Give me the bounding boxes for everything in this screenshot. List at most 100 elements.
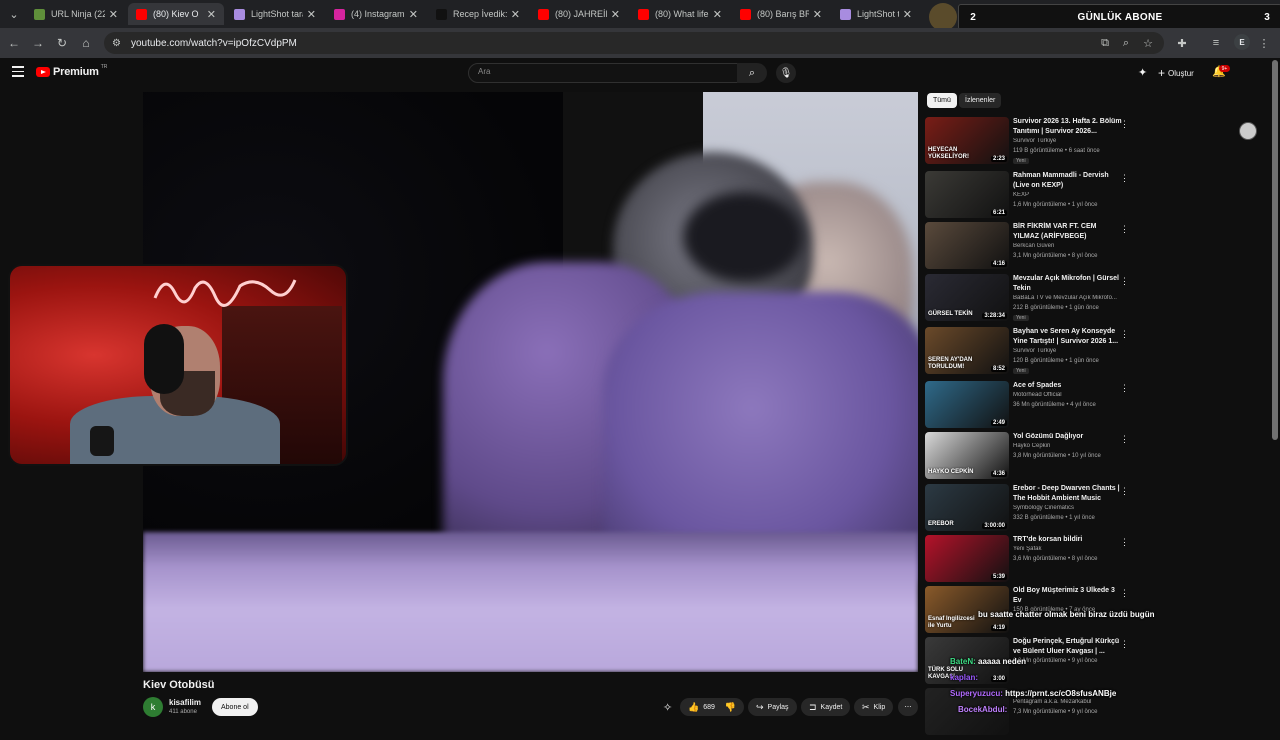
browser-tab[interactable]: LightShot tara ✕ bbox=[226, 3, 324, 25]
tab-search-chevron-icon[interactable]: ⌄ bbox=[4, 4, 24, 24]
more-vertical-icon[interactable]: ⋮ bbox=[1120, 329, 1129, 340]
more-vertical-icon[interactable]: ⋮ bbox=[1120, 537, 1129, 548]
browser-profile-avatar[interactable]: E bbox=[1234, 34, 1250, 50]
recommendation-title[interactable]: Yol Gözümü Dağlıyor bbox=[1013, 432, 1123, 442]
hamburger-menu-icon[interactable] bbox=[12, 66, 24, 78]
video-thumbnail[interactable]: HAYKO CEPKİN 4:36 bbox=[925, 432, 1009, 479]
recommendation-item[interactable]: HAYKO CEPKİN 4:36 Yol Gözümü Dağlıyor Hayko… bbox=[925, 432, 1135, 484]
more-vertical-icon[interactable]: ⋮ bbox=[1120, 434, 1129, 445]
video-thumbnail[interactable]: 4:16 bbox=[925, 222, 1009, 269]
recommendation-item[interactable]: 2:49 Ace of Spades Motörhead Official 36 Mn… bbox=[925, 381, 1135, 433]
tab-close-icon[interactable]: ✕ bbox=[813, 8, 822, 21]
browser-tab[interactable]: (80) JAHREİN ✕ bbox=[530, 3, 628, 25]
browser-tab[interactable]: URL Ninja (227 ✕ bbox=[26, 3, 126, 25]
recommendation-item[interactable]: 6:21 Rahman Mammadli - Dervish (Live on K… bbox=[925, 171, 1135, 223]
subscribe-button[interactable]: Abone ol bbox=[212, 698, 258, 716]
media-controls-icon[interactable]: ≡ bbox=[1208, 35, 1224, 51]
address-bar[interactable]: ⚙ youtube.com/watch?v=ipOfzCVdpPM bbox=[104, 32, 1164, 54]
recommendation-channel[interactable]: Survivor Türkiye bbox=[1013, 138, 1128, 144]
video-thumbnail[interactable]: HEYECAN YÜKSELİYOR! 2:23 bbox=[925, 117, 1009, 164]
more-vertical-icon[interactable]: ⋮ bbox=[1120, 486, 1129, 497]
browser-tab[interactable]: Recep İvedik: I ✕ bbox=[428, 3, 528, 25]
clip-button[interactable]: ✂ Klip bbox=[854, 698, 894, 716]
more-vertical-icon[interactable]: ⋮ bbox=[1120, 639, 1129, 650]
recommendation-item[interactable]: EREBOR 3:00:00 Erebor - Deep Dwarven Chant… bbox=[925, 484, 1135, 536]
video-thumbnail[interactable]: 6:21 bbox=[925, 171, 1009, 218]
recommendation-title[interactable]: Survivor 2026 13. Hafta 2. Bölüm Tanıtım… bbox=[1013, 117, 1123, 137]
recommendation-channel[interactable]: BaBaLa TV ve Mevzular Açık Mikrofo... bbox=[1013, 295, 1128, 301]
recommendation-item[interactable]: SEREN AY'DAN TORULDUM! 8:52 Bayhan ve Sere… bbox=[925, 327, 1135, 379]
recommendation-item[interactable]: 4:16 BİR FİKRİM VAR FT. CEM YILMAZ (ARİFV… bbox=[925, 222, 1135, 274]
reload-icon[interactable]: ↻ bbox=[54, 35, 70, 51]
home-icon[interactable]: ⌂ bbox=[78, 35, 94, 51]
video-thumbnail[interactable]: EREBOR 3:00:00 bbox=[925, 484, 1009, 531]
browser-menu-icon[interactable]: ⋮ bbox=[1256, 35, 1272, 51]
browser-tab[interactable]: (80) Kiev O ✕ bbox=[128, 3, 224, 25]
recommendation-channel[interactable]: Motörhead Official bbox=[1013, 392, 1128, 398]
like-thumb-icon[interactable]: 👍 bbox=[688, 702, 699, 713]
tab-close-icon[interactable]: ✕ bbox=[611, 8, 620, 21]
recommendation-title[interactable]: Mevzular Açık Mikrofon | Gürsel Tekin bbox=[1013, 274, 1123, 294]
share-button[interactable]: ↪ Paylaş bbox=[748, 698, 797, 716]
video-thumbnail[interactable]: 5:39 bbox=[925, 535, 1009, 582]
tab-close-icon[interactable]: ✕ bbox=[207, 8, 216, 21]
tab-close-icon[interactable]: ✕ bbox=[109, 8, 118, 21]
recommendation-title[interactable]: TRT'de korsan bildiri bbox=[1013, 535, 1123, 545]
extensions-icon[interactable]: ✚ bbox=[1174, 35, 1190, 51]
more-vertical-icon[interactable]: ⋮ bbox=[1120, 383, 1129, 394]
save-button[interactable]: ⊐ Kaydet bbox=[801, 698, 851, 716]
account-avatar[interactable] bbox=[1239, 122, 1257, 140]
like-count[interactable]: 689 bbox=[703, 704, 715, 711]
recommendation-title[interactable]: Doğu Perinçek, Ertuğrul Kürkçü ve Bülent… bbox=[1013, 637, 1123, 657]
browser-tab[interactable]: (80) What life ✕ bbox=[630, 3, 730, 25]
tab-close-icon[interactable]: ✕ bbox=[511, 8, 520, 21]
install-app-icon[interactable]: ⧉ bbox=[1097, 35, 1113, 51]
bookmark-star-icon[interactable]: ☆ bbox=[1140, 35, 1156, 51]
page-scrollbar[interactable] bbox=[1272, 60, 1278, 440]
recommendation-title[interactable]: Ace of Spades bbox=[1013, 381, 1123, 391]
recommendation-channel[interactable]: Symbology Cinematics bbox=[1013, 505, 1128, 511]
browser-tab[interactable]: (80) Barış BRA ✕ bbox=[732, 3, 830, 25]
recommendation-channel[interactable]: Hayko Cepkin bbox=[1013, 443, 1128, 449]
tab-close-icon[interactable]: ✕ bbox=[409, 8, 418, 21]
recommendation-channel[interactable]: KEXP bbox=[1013, 192, 1128, 198]
more-vertical-icon[interactable]: ⋮ bbox=[1120, 224, 1129, 235]
more-vertical-icon[interactable]: ⋮ bbox=[1120, 588, 1129, 599]
recommendation-channel[interactable]: Pentagram a.k.a. Mezarkabul bbox=[1013, 699, 1128, 705]
search-input[interactable] bbox=[468, 63, 738, 83]
recommendation-title[interactable]: Old Boy Müşterimiz 3 Ülkede 3 Ev bbox=[1013, 586, 1123, 606]
zoom-icon[interactable]: ⌕ bbox=[1118, 35, 1134, 51]
create-button[interactable]: + Oluştur bbox=[1158, 66, 1194, 80]
tab-close-icon[interactable]: ✕ bbox=[903, 8, 912, 21]
dislike-thumb-icon[interactable]: 👎 bbox=[725, 702, 736, 713]
recommendation-title[interactable]: Bayhan ve Seren Ay Konseyde Yine Tartışt… bbox=[1013, 327, 1123, 347]
recommendation-title[interactable]: Rahman Mammadli - Dervish (Live on KEXP) bbox=[1013, 171, 1123, 191]
video-thumbnail[interactable]: GÜRSEL TEKİN 3:28:34 bbox=[925, 274, 1009, 321]
chip-all[interactable]: Tümü bbox=[927, 93, 957, 108]
recommendation-channel[interactable]: Survivor Türkiye bbox=[1013, 348, 1128, 354]
recommendation-title[interactable]: Erebor - Deep Dwarven Chants | The Hobbi… bbox=[1013, 484, 1123, 504]
more-vertical-icon[interactable]: ⋮ bbox=[1120, 119, 1129, 130]
recommendation-item[interactable]: 5:39 TRT'de korsan bildiri Yeni Şafak 3,6 M… bbox=[925, 535, 1135, 587]
cast-icon[interactable]: ✦ bbox=[1138, 66, 1147, 79]
tab-close-icon[interactable]: ✕ bbox=[713, 8, 722, 21]
more-vertical-icon[interactable]: ⋮ bbox=[1120, 173, 1129, 184]
back-arrow-icon[interactable]: ← bbox=[6, 35, 22, 51]
recommendation-title[interactable]: BİR FİKRİM VAR FT. CEM YILMAZ (ARİFVBEGE… bbox=[1013, 222, 1123, 242]
recommendation-channel[interactable]: Berkcan Güven bbox=[1013, 243, 1128, 249]
recommendation-item[interactable]: HEYECAN YÜKSELİYOR! 2:23 Survivor 2026 13.… bbox=[925, 117, 1135, 169]
channel-avatar[interactable]: k bbox=[143, 697, 163, 717]
more-vertical-icon[interactable]: ⋮ bbox=[1120, 276, 1129, 287]
recommendation-channel[interactable]: Yeni Şafak bbox=[1013, 546, 1128, 552]
more-actions-button[interactable]: ⋯ bbox=[898, 698, 918, 716]
youtube-premium-logo[interactable]: Premium TR bbox=[36, 64, 107, 78]
recommendation-item[interactable]: GÜRSEL TEKİN 3:28:34 Mevzular Açık Mikrofo… bbox=[925, 274, 1135, 326]
browser-tab[interactable]: LightShot tara ✕ bbox=[832, 3, 920, 25]
site-info-icon[interactable]: ⚙ bbox=[112, 38, 121, 49]
video-thumbnail[interactable]: 2:49 bbox=[925, 381, 1009, 428]
search-button[interactable]: ⌕ bbox=[737, 63, 767, 83]
browser-tab[interactable]: (4) Instagram ✕ bbox=[326, 3, 426, 25]
forward-arrow-icon[interactable]: → bbox=[30, 35, 46, 51]
video-thumbnail[interactable]: SEREN AY'DAN TORULDUM! 8:52 bbox=[925, 327, 1009, 374]
voice-search-button[interactable]: 🎙 bbox=[776, 63, 796, 83]
